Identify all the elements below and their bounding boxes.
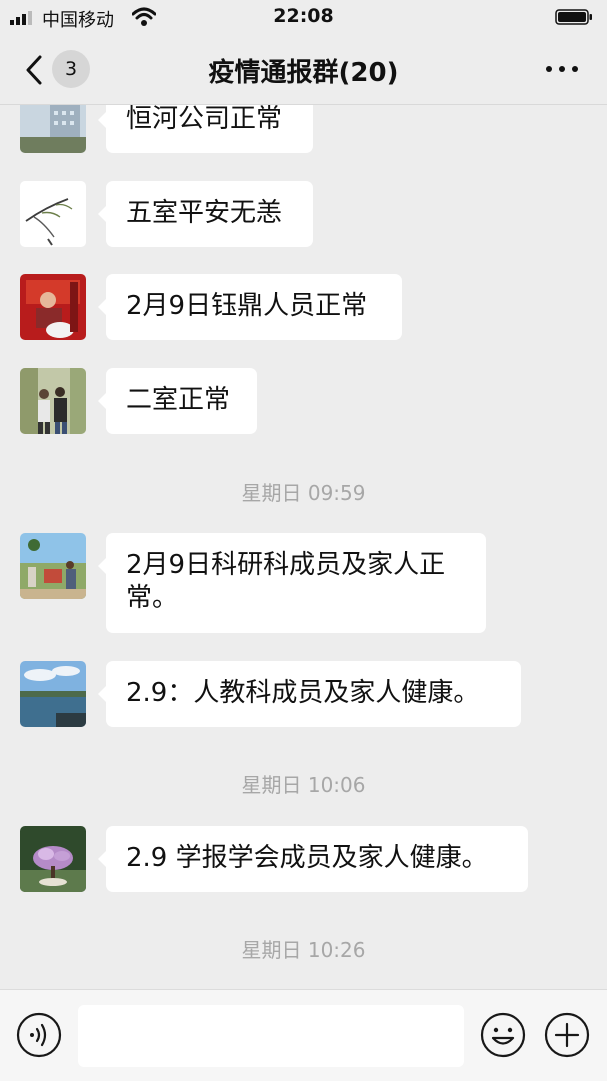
battery-icon [555, 9, 592, 25]
time-separator: 星期日 09:59 [241, 481, 366, 505]
chat-header: 3 疫情通报群(20) [0, 34, 607, 105]
message-text: 2月9日科研科成员及家人正常。 [126, 550, 446, 613]
input-bar [0, 989, 607, 1081]
message-text: 五室平安无恙 [126, 198, 283, 228]
status-time: 22:08 [273, 5, 334, 27]
voice-icon[interactable] [16, 1012, 62, 1058]
plus-icon[interactable] [544, 1012, 590, 1058]
message-input[interactable] [78, 1005, 464, 1067]
couple-photo-avatar[interactable] [20, 368, 86, 434]
message-text: 2.9 学报学会成员及家人健康。 [126, 843, 488, 873]
message-text: 二室正常 [126, 385, 231, 415]
message-bubble[interactable]: 2.9 学报学会成员及家人健康。 [98, 826, 528, 892]
message-list[interactable]: 恒河公司正常 五室平安无恙 2月9日钰鼎人员正常 二室正常 星期日 09:59 … [0, 105, 607, 989]
red-scene-avatar[interactable] [20, 274, 86, 340]
message-bubble[interactable]: 二室正常 [98, 368, 257, 434]
outdoor-group-avatar[interactable] [20, 533, 86, 599]
time-separator: 星期日 10:06 [241, 773, 366, 797]
chat-title: 疫情通报群(20) [208, 58, 399, 88]
building-photo-avatar[interactable] [20, 105, 86, 153]
flower-tree-avatar[interactable] [20, 826, 86, 892]
seascape-avatar[interactable] [20, 661, 86, 727]
message-bubble[interactable]: 2月9日钰鼎人员正常 [98, 274, 402, 340]
message-bubble[interactable]: 五室平安无恙 [98, 181, 313, 247]
message-bubble[interactable]: 2.9：人教科成员及家人健康。 [98, 661, 521, 727]
message-text: 2.9：人教科成员及家人健康。 [126, 678, 480, 708]
time-separator: 星期日 10:26 [241, 938, 366, 962]
message-bubble[interactable]: 恒河公司正常 [98, 105, 313, 153]
emoji-icon[interactable] [480, 1012, 526, 1058]
message-text: 恒河公司正常 [126, 105, 283, 134]
message-text: 2月9日钰鼎人员正常 [126, 291, 368, 321]
plant-sketch-avatar[interactable] [20, 181, 86, 247]
status-bar: 中国移动 22:08 [0, 0, 607, 34]
more-icon[interactable] [540, 54, 584, 84]
message-bubble[interactable]: 2月9日科研科成员及家人正常。 [98, 533, 486, 633]
